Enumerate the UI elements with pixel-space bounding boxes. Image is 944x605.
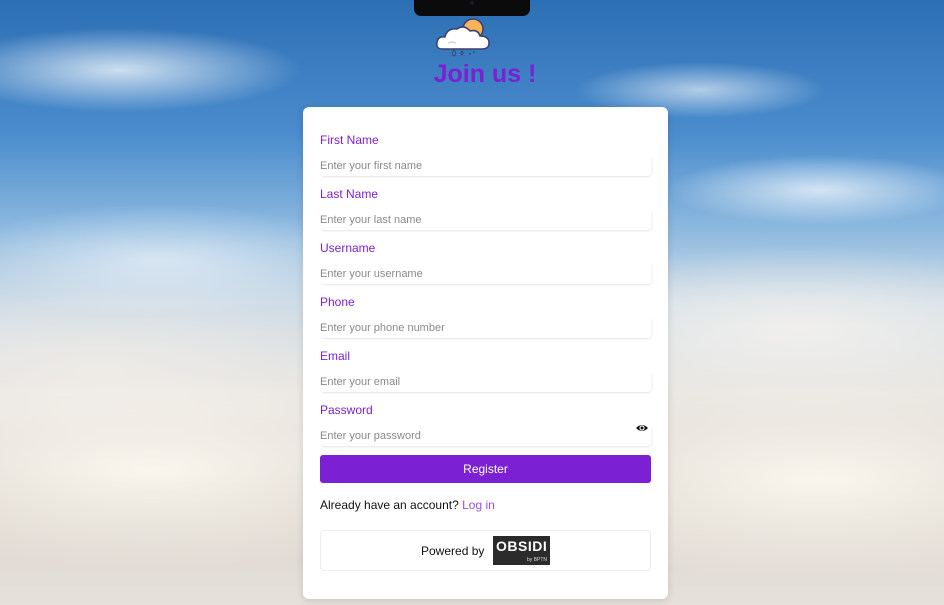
last-name-field: Last Name [320,186,651,231]
username-field: Username [320,240,651,285]
brand-subtext: by BPTN [526,557,547,563]
powered-by-box: Powered by OBSIDI by BPTN [320,530,651,571]
camera-notch [414,0,530,16]
brand-name: OBSIDI [496,538,548,554]
email-field: Email [320,348,651,393]
cloud-sun-rain-icon [434,16,494,58]
phone-label: Phone [320,295,355,309]
eye-icon[interactable] [635,421,649,435]
password-input[interactable] [320,427,620,445]
username-label: Username [320,241,376,255]
login-prompt: Already have an account? Log in [320,498,495,512]
register-card: First Name Last Name Username Phone Emai… [303,107,668,599]
camera-icon [470,1,474,5]
phone-field: Phone [320,294,651,339]
password-label: Password [320,403,373,417]
password-field: Password [320,402,651,447]
email-label: Email [320,349,351,363]
account-prompt-text: Already have an account? [320,498,459,512]
page-title: Join us ! [433,60,537,88]
register-button[interactable]: Register [320,455,651,483]
last-name-input[interactable] [320,211,620,229]
login-link[interactable]: Log in [462,498,495,512]
first-name-input[interactable] [320,157,620,175]
powered-by-text: Powered by [421,544,485,558]
email-input[interactable] [320,373,620,391]
last-name-label: Last Name [320,187,379,201]
username-input[interactable] [320,265,620,283]
phone-input[interactable] [320,319,620,337]
first-name-label: First Name [320,133,379,147]
first-name-field: First Name [320,132,651,177]
obsidi-logo: OBSIDI by BPTN [493,536,550,565]
